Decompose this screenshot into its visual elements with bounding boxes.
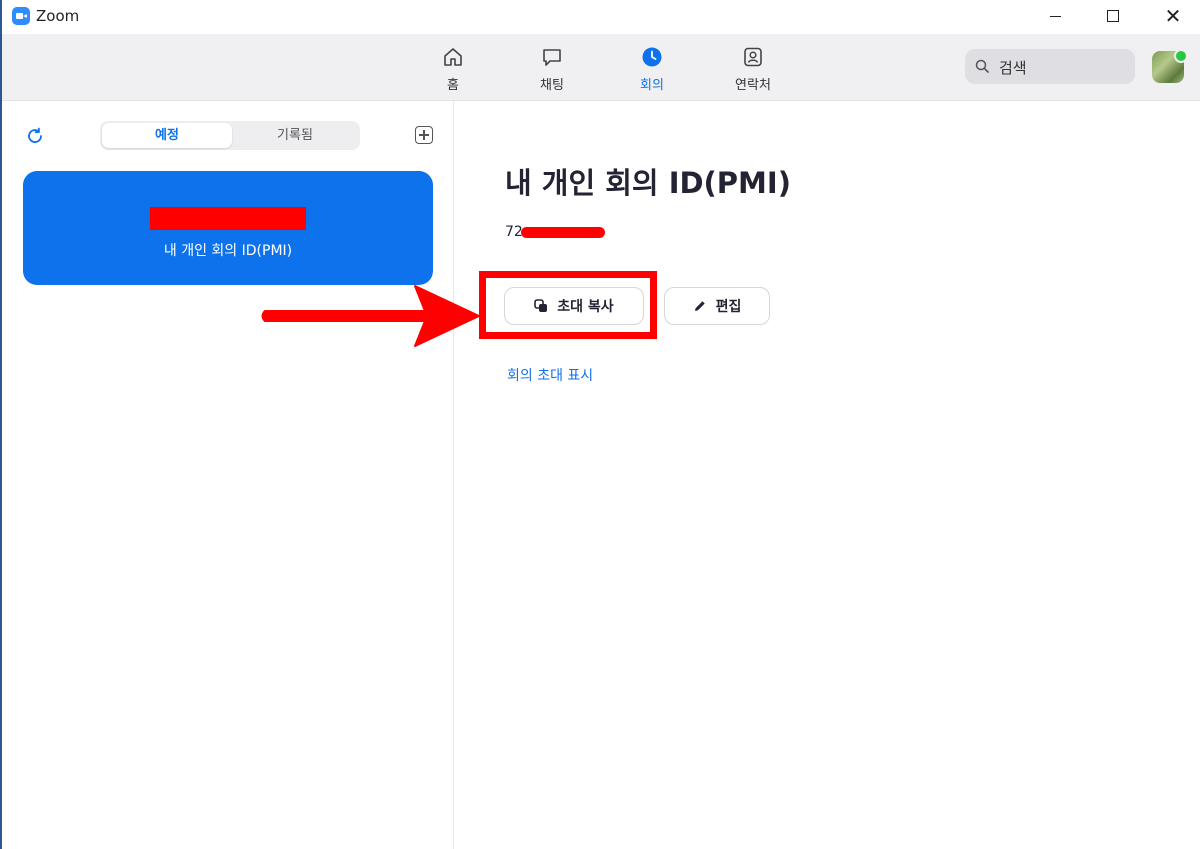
contacts-icon xyxy=(744,47,762,67)
zoom-window: Zoom ✕ 홈 채팅 회의 연락처 검색 예정 기록됨 내 개인 회의 ID(… xyxy=(0,0,1200,849)
search-input[interactable]: 검색 xyxy=(965,49,1135,84)
nav-item-meetings[interactable]: 회의 xyxy=(617,46,687,93)
meeting-tabs: 예정 기록됨 xyxy=(100,121,360,150)
meeting-card-label: 내 개인 회의 ID(PMI) xyxy=(163,243,293,259)
annotation-arrow-icon xyxy=(261,285,480,347)
online-status-icon xyxy=(1174,49,1188,63)
window-title: Zoom xyxy=(36,7,80,25)
close-button[interactable]: ✕ xyxy=(1150,0,1196,32)
title-bar: Zoom ✕ xyxy=(2,0,1200,34)
chat-icon xyxy=(543,49,561,66)
pmi-meeting-card[interactable]: 내 개인 회의 ID(PMI) xyxy=(23,171,433,285)
minimize-icon xyxy=(1049,15,1061,17)
maximize-icon xyxy=(1107,10,1119,22)
minimize-button[interactable] xyxy=(1032,0,1078,32)
nav-item-home[interactable]: 홈 xyxy=(418,46,488,93)
redaction-mark xyxy=(150,207,306,230)
nav-label-contacts: 연락처 xyxy=(735,78,771,93)
search-placeholder: 검색 xyxy=(999,59,1027,77)
top-navigation: 홈 채팅 회의 연락처 검색 xyxy=(2,34,1200,101)
edit-button[interactable]: 편집 xyxy=(664,287,770,325)
meetings-list-panel: 예정 기록됨 내 개인 회의 ID(PMI) xyxy=(2,101,454,849)
nav-label-meetings: 회의 xyxy=(640,78,664,93)
annotation-highlight-box xyxy=(479,271,657,339)
home-icon xyxy=(444,48,462,66)
page-title: 내 개인 회의 ID(PMI) xyxy=(505,166,791,200)
nav-label-chat: 채팅 xyxy=(540,78,564,93)
tab-recorded[interactable]: 기록됨 xyxy=(232,123,358,148)
nav-item-chat[interactable]: 채팅 xyxy=(517,46,587,93)
nav-label-home: 홈 xyxy=(447,78,459,93)
tab-upcoming[interactable]: 예정 xyxy=(102,123,232,148)
zoom-logo-icon xyxy=(12,7,30,25)
edit-label: 편집 xyxy=(715,299,742,315)
add-meeting-button[interactable] xyxy=(415,126,433,144)
clock-icon xyxy=(642,47,662,67)
refresh-icon[interactable] xyxy=(26,127,44,145)
search-icon xyxy=(975,59,989,73)
id-redaction-mark xyxy=(521,227,605,238)
maximize-button[interactable] xyxy=(1090,0,1136,32)
show-invitation-link[interactable]: 회의 초대 표시 xyxy=(507,365,593,385)
close-icon: ✕ xyxy=(1164,4,1182,28)
nav-item-contacts[interactable]: 연락처 xyxy=(718,46,788,93)
pencil-icon xyxy=(694,301,705,311)
